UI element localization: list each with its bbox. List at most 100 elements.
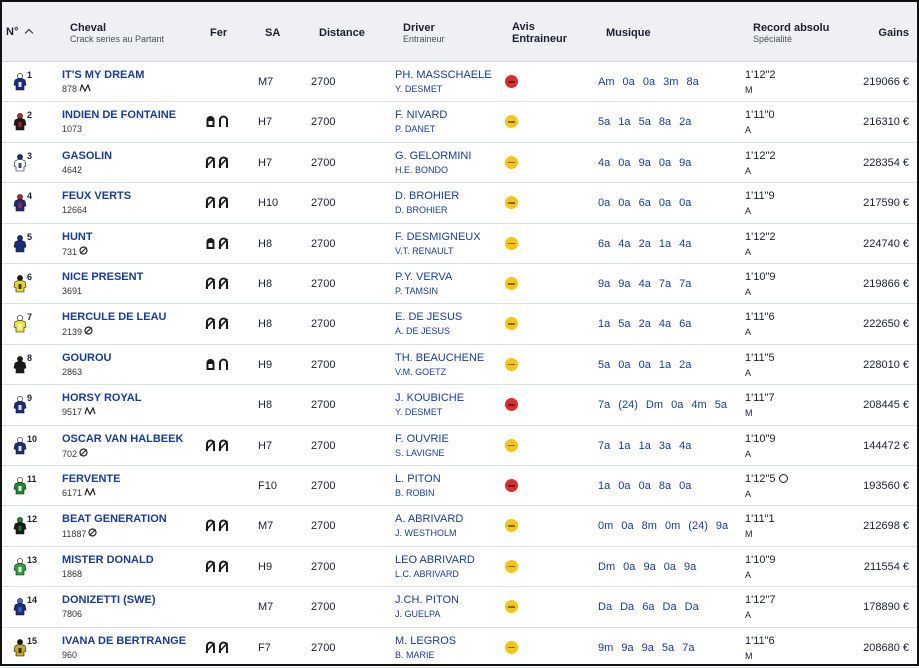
horse-name-link[interactable]: GASOLIN: [62, 150, 112, 162]
table-row[interactable]: 2 INDIEN DE FONTAINE 1073 H7 2700 F. NIVARD P.…: [2, 102, 917, 143]
table-row[interactable]: 8 GOUROU 2863 H9 2700 TH. BEAUCHENE V.M. GOETZ…: [2, 345, 917, 386]
driver-link[interactable]: J.CH. PITON: [395, 594, 459, 606]
driver-link[interactable]: J. KOUBICHE: [395, 392, 464, 404]
shoe-barred-icon: [218, 237, 229, 250]
horse-name-link[interactable]: HORSY ROYAL: [62, 392, 141, 404]
column-header-music[interactable]: Musique: [606, 27, 651, 39]
column-header-age[interactable]: SA: [265, 27, 280, 39]
music-results: 9a 9a 4a 7a 7a: [598, 278, 692, 290]
column-header-trainer-opinion[interactable]: Avis Entraineur: [512, 21, 567, 45]
jersey-icon: [13, 73, 27, 91]
jersey-icon: [13, 355, 27, 374]
music-results: 1a 0a 0a 8a 0a: [598, 480, 692, 492]
sex-age: H7: [258, 116, 273, 129]
crack-series: 6171: [62, 487, 96, 498]
table-row[interactable]: 11 FERVENTE 6171 F10 2700 L. PITON B. ROBIN 1a …: [2, 466, 917, 507]
table-row[interactable]: 4 FEUX VERTS 12664 H10 2700 D. BROHIER D. BROH…: [2, 183, 917, 224]
driver-link[interactable]: P.Y. VERVA: [395, 271, 452, 283]
driver-link[interactable]: LEO ABRIVARD: [395, 554, 475, 566]
table-row[interactable]: 15 IVANA DE BERTRANGE 960 F7 2700 M. LEGROS B.…: [2, 628, 917, 668]
record-time: 1'12"2: [745, 69, 775, 81]
horse-name-link[interactable]: IVANA DE BERTRANGE: [62, 635, 186, 647]
shoe-open-icon: [218, 358, 229, 371]
driver-link[interactable]: A. ABRIVARD: [395, 513, 463, 525]
table-row[interactable]: 6 NICE PRESENT 3691 H8 2700 P.Y. VERVA P. TAMS…: [2, 264, 917, 305]
sort-caret-icon[interactable]: [25, 28, 34, 38]
runner-number: 14: [27, 595, 38, 606]
trainer-link[interactable]: B. ROBIN: [395, 488, 435, 498]
trainer-link[interactable]: H.E. BONDO: [395, 165, 448, 175]
column-header-horse[interactable]: Cheval Crack series au Partant: [70, 22, 164, 45]
earnings: 208445 €: [863, 399, 909, 412]
crack-series: 2863: [62, 367, 82, 377]
crack-series: 12664: [62, 205, 87, 215]
horse-name-link[interactable]: FERVENTE: [62, 473, 120, 485]
sex-age: H9: [258, 358, 273, 371]
shoe-barred-icon: [205, 641, 216, 654]
horse-name-link[interactable]: OSCAR VAN HALBEEK: [62, 433, 183, 445]
table-row[interactable]: 10 OSCAR VAN HALBEEK 702 H7 2700 F. OUVRIE S. …: [2, 426, 917, 466]
crack-series: 1073: [62, 124, 82, 134]
music-results: 0a 0a 6a 0a 0a: [598, 197, 692, 210]
trainer-link[interactable]: S. LAVIGNE: [395, 448, 444, 458]
horse-name-link[interactable]: MISTER DONALD: [62, 554, 154, 566]
earnings: 178890 €: [863, 601, 909, 614]
trainer-link[interactable]: P. TAMSIN: [395, 286, 438, 296]
trainer-link[interactable]: A. DE JESUS: [395, 326, 450, 336]
trainer-link[interactable]: Y. DESMET: [395, 84, 442, 94]
column-header-record[interactable]: Record absolu Spécialité: [753, 22, 829, 45]
driver-link[interactable]: F. DESMIGNEUX: [395, 231, 481, 243]
column-header-shoes[interactable]: Fer: [210, 27, 227, 39]
table-row[interactable]: 14 DONIZETTI (SWE) 7806 M7 2700 J.CH. PITON J.…: [2, 587, 917, 628]
runner-number: 3: [27, 150, 33, 161]
horse-name-link[interactable]: HERCULE DE LEAU: [62, 311, 167, 323]
driver-link[interactable]: G. GELORMINI: [395, 150, 471, 162]
horse-name-link[interactable]: DONIZETTI (SWE): [62, 594, 156, 606]
driver-link[interactable]: F. NIVARD: [395, 109, 447, 121]
driver-link[interactable]: PH. MASSCHAELE: [395, 69, 492, 81]
horse-name-link[interactable]: HUNT: [62, 231, 93, 243]
jersey-icon: [13, 477, 27, 495]
crack-series: 960: [62, 650, 77, 660]
column-header-number[interactable]: N°: [6, 26, 34, 38]
crack-series: 702: [62, 447, 88, 459]
horse-name-link[interactable]: BEAT GENERATION: [62, 513, 167, 525]
trainer-link[interactable]: B. MARIE: [395, 650, 435, 660]
column-header-distance[interactable]: Distance: [319, 27, 365, 39]
trainer-opinion-icon: [505, 357, 518, 371]
trainer-link[interactable]: V.M. GOETZ: [395, 367, 446, 377]
driver-link[interactable]: L. PITON: [395, 473, 441, 485]
trainer-link[interactable]: Y. DESMET: [395, 407, 442, 417]
horse-name-link[interactable]: INDIEN DE FONTAINE: [62, 109, 176, 121]
table-row[interactable]: 12 BEAT GENERATION 11887 M7 2700 A. ABRIVARD J…: [2, 506, 917, 547]
driver-link[interactable]: TH. BEAUCHENE: [395, 352, 484, 364]
driver-link[interactable]: D. BROHIER: [395, 190, 459, 202]
distance: 2700: [311, 641, 336, 654]
horse-name-link[interactable]: GOUROU: [62, 352, 112, 364]
horse-name-link[interactable]: NICE PRESENT: [62, 271, 143, 283]
driver-link[interactable]: M. LEGROS: [395, 635, 456, 647]
trainer-link[interactable]: J. WESTHOLM: [395, 528, 457, 538]
table-row[interactable]: 3 GASOLIN 4642 H7 2700 G. GELORMINI H.E. BONDO…: [2, 143, 917, 184]
table-row[interactable]: 9 HORSY ROYAL 9517 H8 2700 J. KOUBICHE Y. DESM…: [2, 385, 917, 426]
horse-name-link[interactable]: IT'S MY DREAM: [62, 69, 144, 81]
trainer-link[interactable]: D. BROHIER: [395, 205, 448, 215]
column-header-earnings[interactable]: Gains: [878, 27, 909, 39]
speciality: A: [745, 367, 752, 378]
trainer-link[interactable]: V.T. RENAULT: [395, 246, 454, 256]
shoe-barred-icon: [205, 560, 216, 573]
table-row[interactable]: 7 HERCULE DE LEAU 2139 H8 2700 E. DE JESUS A. …: [2, 304, 917, 345]
driver-link[interactable]: F. OUVRIE: [395, 433, 449, 445]
column-header-driver[interactable]: Driver Entraineur: [403, 22, 445, 45]
shoe-barred-icon: [205, 439, 216, 452]
crack-series-value: 12664: [62, 205, 88, 216]
table-row[interactable]: 13 MISTER DONALD 1868 H9 2700 LEO ABRIVARD L.C…: [2, 547, 917, 588]
table-row[interactable]: 5 HUNT 731 H8 2700 F. DESMIGNEUX V.T. RENAULT 6…: [2, 224, 917, 264]
crack-series-value: 2139: [62, 327, 83, 338]
horse-name-link[interactable]: FEUX VERTS: [62, 190, 131, 202]
table-row[interactable]: 1 IT'S MY DREAM 878 M7 2700 PH. MASSCHAELE Y. …: [2, 62, 917, 103]
trainer-link[interactable]: L.C. ABRIVARD: [395, 569, 459, 579]
trainer-link[interactable]: P. DANET: [395, 124, 435, 134]
driver-link[interactable]: E. DE JESUS: [395, 311, 462, 323]
trainer-link[interactable]: J. GUELPA: [395, 609, 440, 619]
